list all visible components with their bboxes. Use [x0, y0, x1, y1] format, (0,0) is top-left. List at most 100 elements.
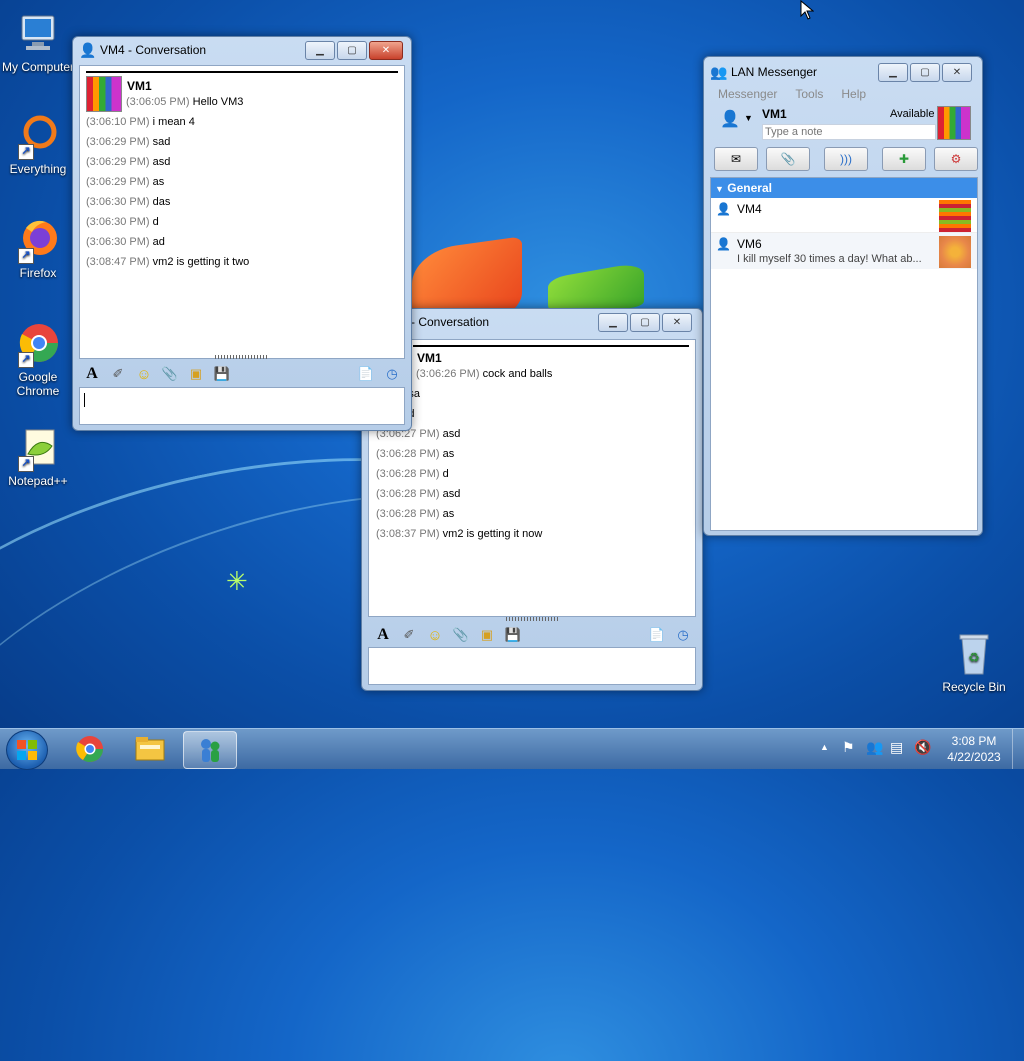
volume-muted-icon[interactable]: 🔇 — [914, 739, 931, 756]
broadcast-icon: ✉ — [730, 152, 742, 166]
minimize-button[interactable]: ▁ — [878, 62, 908, 82]
conversation-window-vm4[interactable]: 👤 VM4 - Conversation ▁ ▢ ✕ VM1 (3:06:05 … — [72, 36, 412, 431]
lan-messenger-window[interactable]: 👥 LAN Messenger ▁ ▢ ✕ Messenger Tools He… — [703, 56, 983, 536]
status-text[interactable]: Available — [890, 108, 934, 120]
minimize-button[interactable]: ▁ — [305, 40, 335, 60]
close-button[interactable]: ✕ — [942, 62, 972, 82]
clock[interactable]: 3:08 PM 4/22/2023 — [940, 733, 1008, 765]
contact-item-vm4[interactable]: 👤 VM4 — [711, 198, 977, 233]
contact-item-vm6[interactable]: 👤 VM6 I kill myself 30 times a day! What… — [711, 233, 977, 269]
windows-logo-icon — [17, 740, 37, 760]
message-timestamp: (3:06:28 PM) — [376, 488, 440, 500]
avatar[interactable] — [937, 106, 971, 140]
status-icon[interactable]: 👤 — [720, 109, 740, 129]
title-bar[interactable]: 6 - Conversation ▁ ▢ ✕ — [362, 309, 702, 335]
close-button[interactable]: ✕ — [369, 40, 403, 60]
desktop-icon-everything[interactable]: ↗ Everything — [0, 112, 76, 176]
transfers-icon[interactable]: 📄 — [648, 626, 666, 644]
menu-help[interactable]: Help — [841, 85, 866, 103]
minimize-button[interactable]: ▁ — [598, 312, 628, 332]
message-timestamp: (3:06:26 PM) — [416, 368, 480, 380]
font-color-icon[interactable]: ✐ — [400, 626, 418, 644]
message-history: VM1 (3:06:26 PM) cock and balls7 PM) sa7… — [368, 339, 696, 617]
desktop-icon-notepadpp[interactable]: ↗ Notepad++ — [0, 424, 76, 488]
message-text: das — [152, 196, 171, 208]
splitter-grip[interactable] — [215, 355, 269, 359]
group-header[interactable]: ▼ General — [711, 178, 977, 198]
attach-file-icon[interactable]: 📎 — [161, 365, 179, 383]
message-timestamp: (3:08:37 PM) — [376, 528, 440, 540]
status-dropdown-icon[interactable]: ▼ — [744, 113, 753, 123]
contact-avatar — [939, 236, 971, 268]
maximize-button[interactable]: ▢ — [337, 40, 367, 60]
menu-messenger[interactable]: Messenger — [718, 85, 777, 103]
history-top-rule — [86, 71, 398, 73]
conversation-window-vm6[interactable]: 6 - Conversation ▁ ▢ ✕ VM1 (3:06:26 PM) … — [361, 308, 703, 691]
lan-messenger-tray-icon[interactable]: 👥 — [866, 739, 883, 756]
recycle-bin-icon: ♻ — [950, 630, 998, 678]
action-center-icon[interactable]: ⚑ — [842, 739, 855, 756]
menu-tools[interactable]: Tools — [795, 85, 823, 103]
desktop-icon-google-chrome[interactable]: ↗ Google Chrome — [0, 320, 76, 398]
message-timestamp: (3:06:29 PM) — [86, 156, 150, 168]
transfers-icon[interactable]: 📄 — [357, 365, 375, 383]
note-input[interactable] — [762, 124, 936, 140]
taskbar-explorer[interactable] — [124, 731, 176, 767]
show-hidden-icons[interactable]: ▲ — [820, 742, 829, 752]
title-bar[interactable]: 👥 LAN Messenger ▁ ▢ ✕ — [704, 59, 982, 85]
settings-button[interactable]: ⚙ — [934, 147, 978, 171]
desktop-icon-firefox[interactable]: ↗ Firefox — [0, 216, 76, 280]
show-desktop-button[interactable] — [1012, 729, 1024, 769]
chat-message: (3:06:28 PM) as — [376, 444, 552, 464]
broadcast-button[interactable]: ✉ — [714, 147, 758, 171]
save-icon[interactable]: 💾 — [213, 365, 231, 383]
font-icon[interactable]: A — [83, 365, 101, 383]
message-input[interactable] — [368, 647, 696, 685]
history-icon[interactable]: ◷ — [383, 365, 401, 383]
maximize-button[interactable]: ▢ — [630, 312, 660, 332]
close-button[interactable]: ✕ — [662, 312, 692, 332]
messenger-user-icon: 👤 — [79, 42, 97, 58]
desktop-icon-label: Firefox — [19, 266, 57, 280]
message-timestamp: (3:06:10 PM) — [86, 116, 150, 128]
network-icon[interactable]: ▤ — [890, 739, 903, 756]
splitter-grip[interactable] — [506, 617, 560, 621]
send-file-button[interactable]: 📎 — [766, 147, 810, 171]
contact-name: VM4 — [737, 202, 762, 216]
title-bar[interactable]: 👤 VM4 - Conversation ▁ ▢ ✕ — [73, 37, 411, 63]
message-text: sad — [152, 136, 171, 148]
shortcut-arrow-icon: ↗ — [18, 248, 34, 264]
message-timestamp: (3:06:28 PM) — [376, 508, 440, 520]
message-timestamp: (3:06:30 PM) — [86, 216, 150, 228]
format-toolbar: A ✐ ☺ 📎 ▣ 💾 📄 ◷ — [374, 624, 692, 646]
add-contact-button[interactable]: ✚ — [882, 147, 926, 171]
chat-message: (3:06:10 PM) i mean 4 — [86, 112, 249, 132]
desktop-icon-recycle-bin[interactable]: ♻ Recycle Bin — [936, 630, 1012, 694]
start-button[interactable] — [6, 730, 48, 770]
font-icon[interactable]: A — [374, 626, 392, 644]
attach-icon: 📎 — [780, 152, 796, 166]
taskbar-lan-messenger[interactable] — [183, 731, 237, 769]
message-text: d — [442, 468, 449, 480]
contact-status-icon: 👤 — [716, 202, 731, 216]
font-color-icon[interactable]: ✐ — [109, 365, 127, 383]
computer-icon — [14, 10, 62, 58]
save-icon[interactable]: 💾 — [504, 626, 522, 644]
message-history: VM1 (3:06:05 PM) Hello VM3 (3:06:10 PM) i… — [79, 65, 405, 359]
send-folder-icon[interactable]: ▣ — [187, 365, 205, 383]
history-icon[interactable]: ◷ — [674, 626, 692, 644]
notepadpp-icon: ↗ — [14, 424, 62, 472]
window-title: 6 - Conversation — [401, 315, 490, 329]
taskbar-chrome[interactable] — [64, 731, 116, 767]
desktop-icon-my-computer[interactable]: My Computer — [0, 10, 76, 74]
rss-button[interactable]: ))) — [824, 147, 868, 171]
sender-name: VM1 — [417, 351, 442, 365]
message-input[interactable] — [79, 387, 405, 425]
emoticon-icon[interactable]: ☺ — [426, 626, 444, 644]
emoticon-icon[interactable]: ☺ — [135, 365, 153, 383]
maximize-button[interactable]: ▢ — [910, 62, 940, 82]
action-bar: ✉ 📎 ))) ✚ ⚙ — [704, 147, 982, 171]
contact-avatar — [939, 200, 971, 232]
attach-file-icon[interactable]: 📎 — [452, 626, 470, 644]
send-folder-icon[interactable]: ▣ — [478, 626, 496, 644]
